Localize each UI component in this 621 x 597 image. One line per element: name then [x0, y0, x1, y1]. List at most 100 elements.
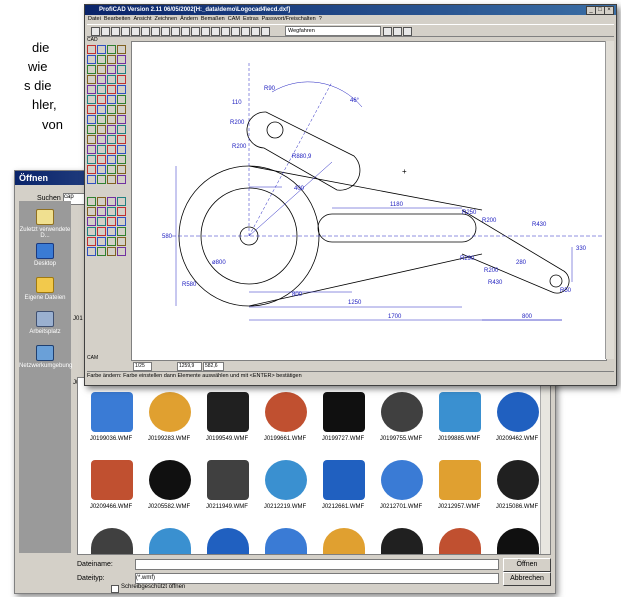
toolbar-button-9[interactable] — [181, 27, 190, 36]
tool-9-1[interactable] — [97, 135, 106, 144]
tool-7-1[interactable] — [97, 115, 106, 124]
tool-16-2[interactable] — [107, 217, 116, 226]
menu-item-2[interactable]: Ansicht — [133, 16, 151, 22]
readonly-checkbox[interactable] — [111, 585, 119, 593]
file-thumbnail[interactable]: J0212661.WMF — [316, 460, 370, 518]
tool-2-1[interactable] — [97, 65, 106, 74]
tool-11-3[interactable] — [117, 155, 126, 164]
tool-1-0[interactable] — [87, 55, 96, 64]
toolbar-button-1[interactable] — [101, 27, 110, 36]
tool-1-2[interactable] — [107, 55, 116, 64]
tool-10-1[interactable] — [97, 145, 106, 154]
place-documents[interactable]: Eigene Dateien — [19, 277, 71, 301]
tool-5-3[interactable] — [117, 95, 126, 104]
toolbar-button-3[interactable] — [121, 27, 130, 36]
toolbar-extra-button-0[interactable] — [383, 27, 392, 36]
tool-10-0[interactable] — [87, 145, 96, 154]
tool-10-3[interactable] — [117, 145, 126, 154]
tool-4-3[interactable] — [117, 85, 126, 94]
tool-14-1[interactable] — [97, 197, 106, 206]
toolbar-button-17[interactable] — [261, 27, 270, 36]
thumbnail-scrollbar[interactable] — [540, 378, 550, 554]
tool-17-1[interactable] — [97, 227, 106, 236]
tool-17-2[interactable] — [107, 227, 116, 236]
tool-13-3[interactable] — [117, 175, 126, 184]
file-thumbnail[interactable]: J0199727.WMF — [316, 392, 370, 450]
tool-3-0[interactable] — [87, 75, 96, 84]
tool-4-2[interactable] — [107, 85, 116, 94]
toolbar-button-16[interactable] — [251, 27, 260, 36]
toolbar-button-6[interactable] — [151, 27, 160, 36]
file-thumbnail[interactable]: J0199885.WMF — [432, 392, 486, 450]
tool-13-2[interactable] — [107, 175, 116, 184]
tool-6-3[interactable] — [117, 105, 126, 114]
tool-14-2[interactable] — [107, 197, 116, 206]
toolbar-extra-button-1[interactable] — [393, 27, 402, 36]
place-recent[interactable]: Zuletzt verwendete D... — [19, 209, 71, 239]
tool-8-3[interactable] — [117, 125, 126, 134]
tool-17-3[interactable] — [117, 227, 126, 236]
tool-5-1[interactable] — [97, 95, 106, 104]
tool-11-1[interactable] — [97, 155, 106, 164]
file-thumbnail[interactable]: J0212219.WMF — [258, 460, 312, 518]
tool-3-1[interactable] — [97, 75, 106, 84]
tool-10-2[interactable] — [107, 145, 116, 154]
place-network[interactable]: Netzwerkumgebung — [19, 345, 72, 369]
tool-11-2[interactable] — [107, 155, 116, 164]
menu-item-4[interactable]: Ändern — [180, 16, 198, 22]
toolbar-button-15[interactable] — [241, 27, 250, 36]
file-thumbnail[interactable]: J0212701.WMF — [374, 460, 428, 518]
tool-12-1[interactable] — [97, 165, 106, 174]
file-thumbnail[interactable] — [84, 528, 138, 554]
tool-3-2[interactable] — [107, 75, 116, 84]
tool-8-0[interactable] — [87, 125, 96, 134]
tool-9-3[interactable] — [117, 135, 126, 144]
tool-18-2[interactable] — [107, 237, 116, 246]
canvas-scrollbar[interactable] — [605, 41, 614, 359]
filetype-select[interactable]: (*.wmf) — [135, 573, 499, 584]
tool-0-2[interactable] — [107, 45, 116, 54]
tool-0-3[interactable] — [117, 45, 126, 54]
tool-4-0[interactable] — [87, 85, 96, 94]
menu-item-3[interactable]: Zeichnen — [155, 16, 178, 22]
filename-input[interactable] — [135, 559, 499, 570]
tool-11-0[interactable] — [87, 155, 96, 164]
tool-16-3[interactable] — [117, 217, 126, 226]
tool-2-3[interactable] — [117, 65, 126, 74]
tool-6-2[interactable] — [107, 105, 116, 114]
tool-13-1[interactable] — [97, 175, 106, 184]
toolbar-button-8[interactable] — [171, 27, 180, 36]
menu-item-1[interactable]: Bearbeiten — [104, 16, 131, 22]
tool-16-1[interactable] — [97, 217, 106, 226]
menu-item-6[interactable]: CAM — [228, 16, 240, 22]
tool-6-0[interactable] — [87, 105, 96, 114]
tool-4-1[interactable] — [97, 85, 106, 94]
tool-0-0[interactable] — [87, 45, 96, 54]
toolbar-button-5[interactable] — [141, 27, 150, 36]
open-button[interactable]: Öffnen — [503, 558, 551, 572]
toolbar-button-13[interactable] — [221, 27, 230, 36]
menu-item-5[interactable]: Bemaßen — [201, 16, 225, 22]
tool-1-3[interactable] — [117, 55, 126, 64]
menu-item-0[interactable]: Datei — [88, 16, 101, 22]
tool-12-0[interactable] — [87, 165, 96, 174]
menu-item-8[interactable]: Passwort/Freischalten — [262, 16, 316, 22]
file-thumbnail[interactable] — [258, 528, 312, 554]
toolbar-button-7[interactable] — [161, 27, 170, 36]
menu-item-7[interactable]: Extras — [243, 16, 259, 22]
tool-9-2[interactable] — [107, 135, 116, 144]
file-thumbnail[interactable]: J0199549.WMF — [200, 392, 254, 450]
tool-5-2[interactable] — [107, 95, 116, 104]
tool-16-0[interactable] — [87, 217, 96, 226]
file-thumbnail[interactable]: J0209466.WMF — [84, 460, 138, 518]
tool-17-0[interactable] — [87, 227, 96, 236]
tool-12-2[interactable] — [107, 165, 116, 174]
file-thumbnail[interactable] — [374, 528, 428, 554]
tool-8-1[interactable] — [97, 125, 106, 134]
file-thumbnail[interactable]: J0199036.WMF — [84, 392, 138, 450]
tool-18-1[interactable] — [97, 237, 106, 246]
tool-19-0[interactable] — [87, 247, 96, 256]
file-thumbnail[interactable]: J0212957.WMF — [432, 460, 486, 518]
tool-3-3[interactable] — [117, 75, 126, 84]
tool-13-0[interactable] — [87, 175, 96, 184]
